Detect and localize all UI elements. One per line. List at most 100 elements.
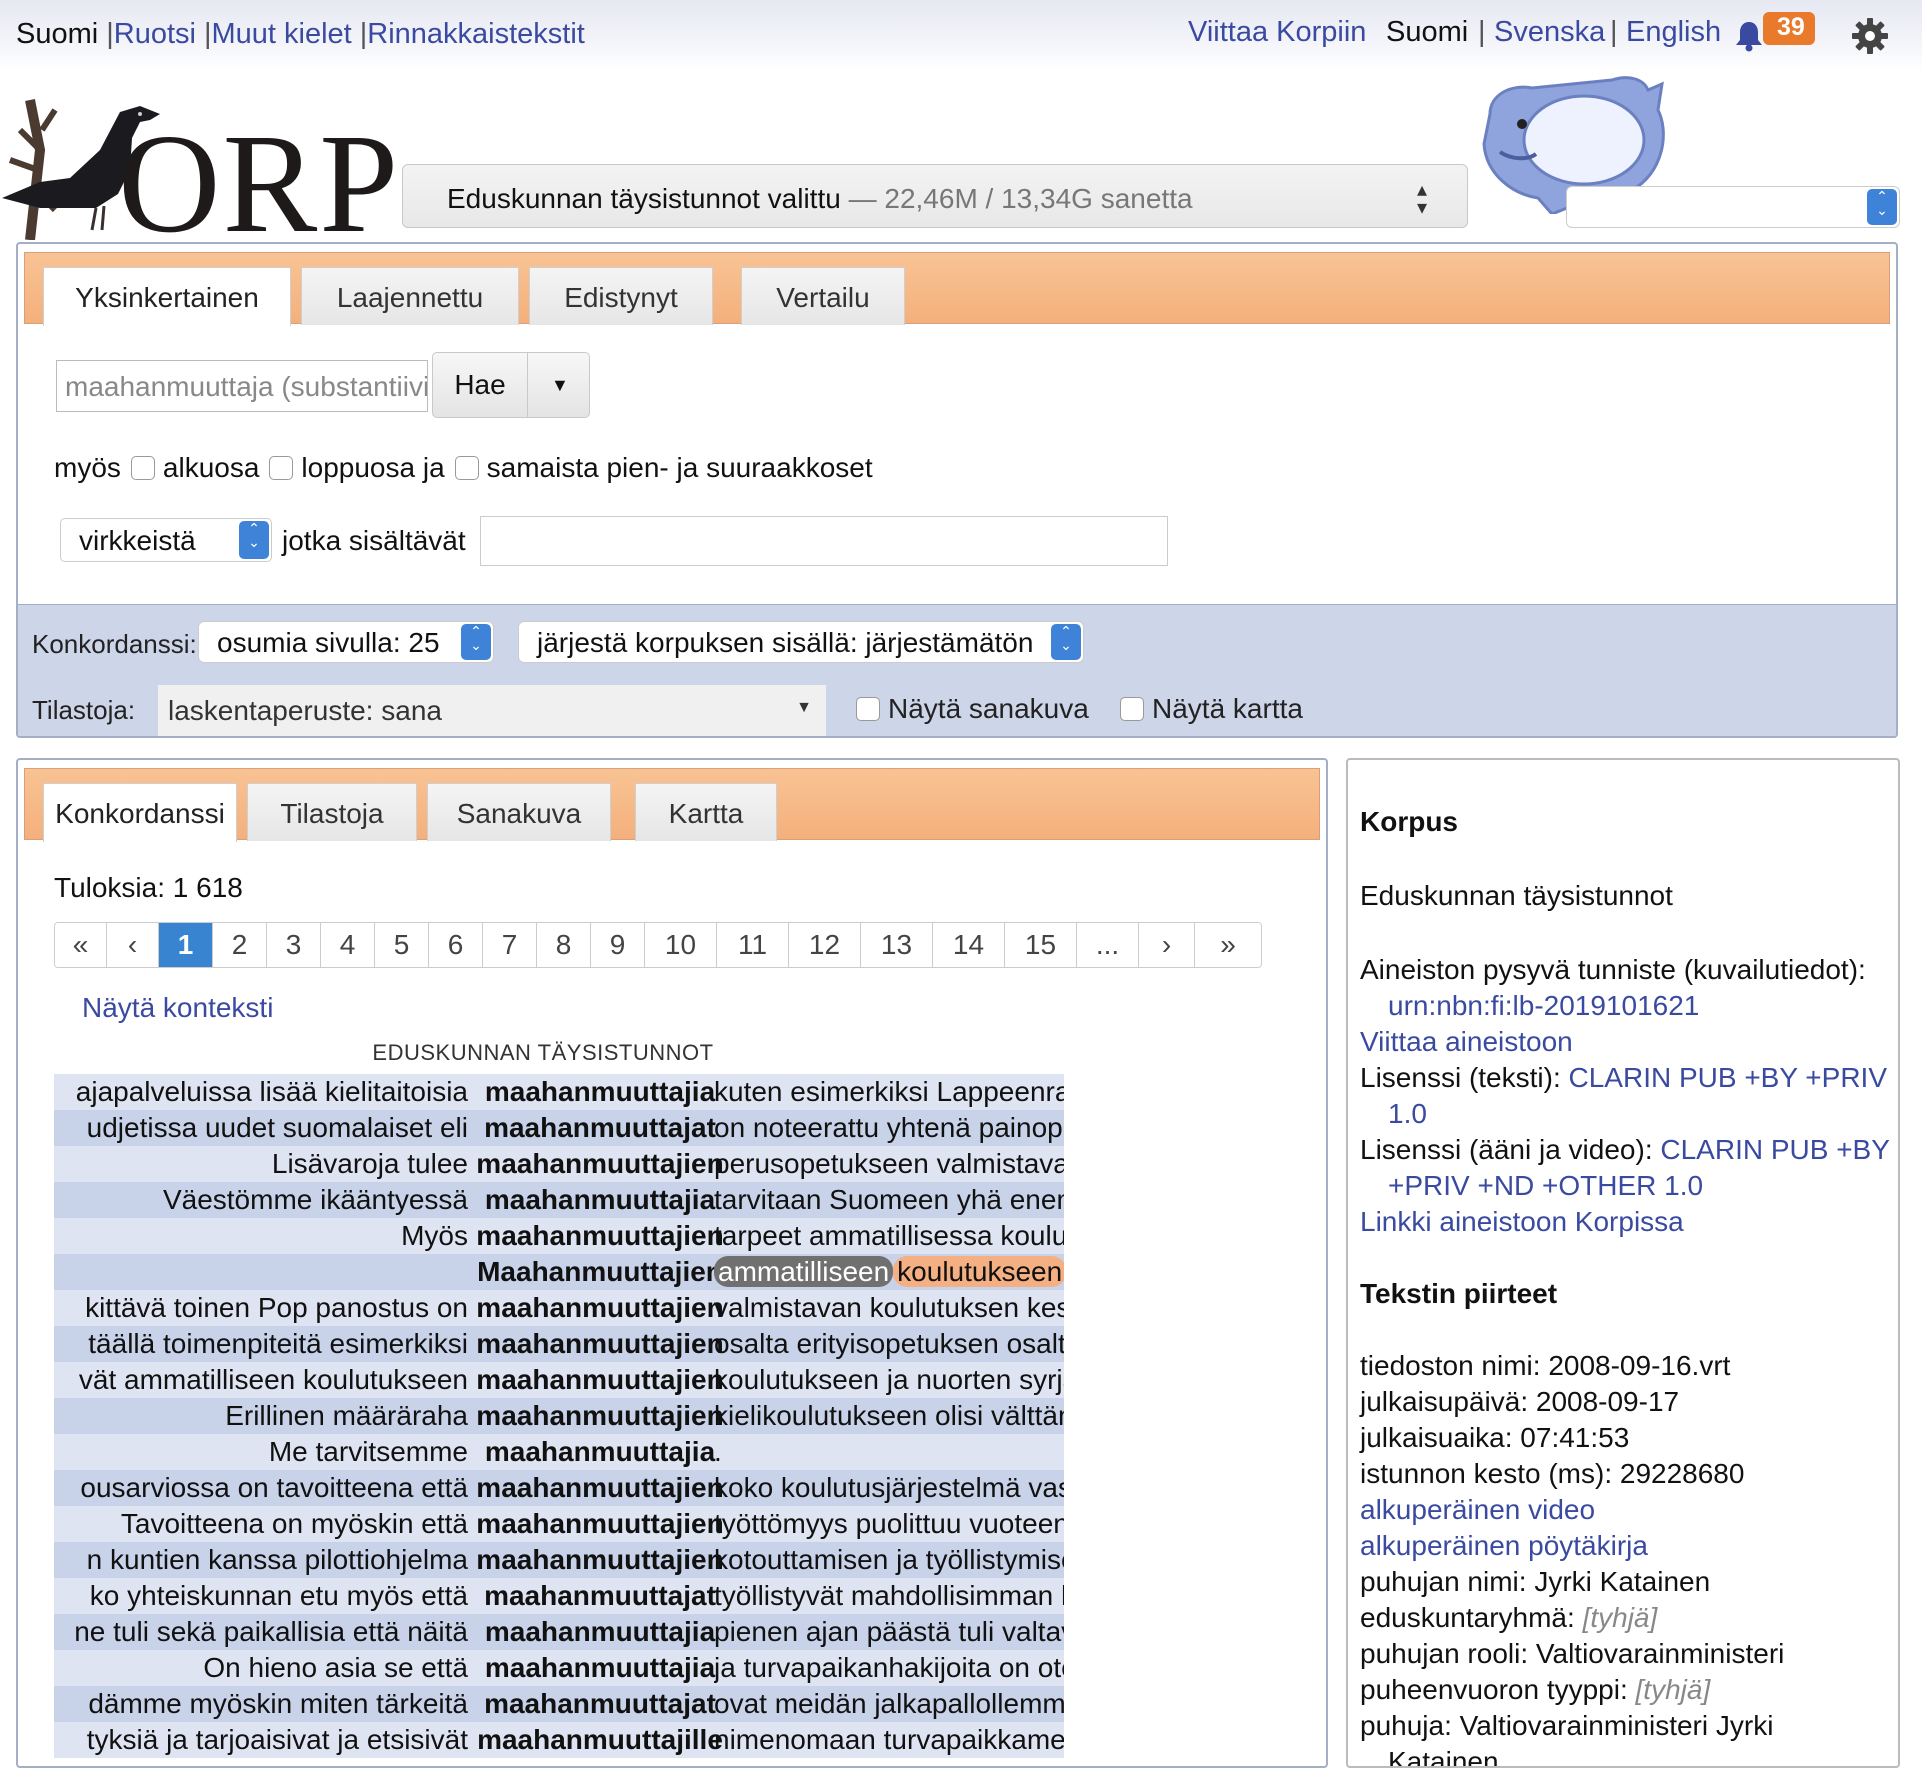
search-button[interactable]: Hae ▼ [432,352,590,418]
corpus-language-select[interactable]: ⌃ ⌄ [1566,186,1900,228]
ui-lang-suomi[interactable]: Suomi [1386,16,1468,49]
kwic-row[interactable]: n kuntien kanssa pilottiohjelma maahanmuu… [54,1542,1064,1578]
orig-minutes-link[interactable]: alkuperäinen pöytäkirja [1360,1530,1648,1562]
tab-konkordanssi[interactable]: Konkordanssi [43,783,237,842]
hits-per-page-select[interactable]: osumia sivulla: 25 ⌃ ⌄ [198,621,494,663]
tab-edistynyt[interactable]: Edistynyt [529,267,713,325]
selected-word[interactable]: koulutukseen [893,1256,1064,1287]
corpus-korp-link[interactable]: Linkki aineistoon Korpissa [1360,1206,1684,1238]
page-button[interactable]: › [1139,923,1195,967]
kwic-row[interactable]: dämme myöskin miten tärkeitä maahanmuutta… [54,1686,1064,1722]
page-button[interactable]: 2 [213,923,267,967]
tab-sanakuva[interactable]: Sanakuva [427,783,611,841]
keyword-match[interactable]: maahanmuuttajia [458,1074,742,1110]
page-button[interactable]: ... [1077,923,1139,967]
page-button[interactable]: 12 [789,923,861,967]
keyword-match[interactable]: maahanmuuttajat [458,1110,742,1146]
page-button[interactable]: 9 [591,923,645,967]
show-context-link[interactable]: Näytä konteksti [82,992,273,1024]
highlighted-word[interactable]: ammatilliseen [714,1256,894,1287]
kwic-row[interactable]: Erillinen määräraha maahanmuuttajien kieli… [54,1398,1064,1434]
sort-select[interactable]: järjestä korpuksen sisällä: järjestämätö… [518,621,1084,663]
case-checkbox[interactable] [454,456,479,480]
page-button[interactable]: 4 [321,923,375,967]
scope-select[interactable]: virkkeistä ⌃ ⌄ [60,518,272,562]
page-button[interactable]: 14 [933,923,1005,967]
keyword-match[interactable]: maahanmuuttajien [458,1290,742,1326]
license-av-link[interactable]: CLARIN PUB +BY [1660,1134,1890,1165]
kwic-row[interactable]: ne tuli sekä paikallisia että näitä maaha… [54,1614,1064,1650]
keyword-match[interactable]: maahanmuuttajia [458,1614,742,1650]
keyword-match[interactable]: maahanmuuttajien [458,1146,742,1182]
nav-rinnakkaistekstit[interactable]: Rinnakkaistekstit [367,18,585,50]
kwic-row[interactable]: On hieno asia se että maahanmuuttajia ja t… [54,1650,1064,1686]
page-button[interactable]: « [55,923,107,967]
orig-video-link[interactable]: alkuperäinen video [1360,1494,1595,1526]
page-button[interactable]: 1 [159,923,213,967]
tab-tilastoja[interactable]: Tilastoja [247,783,417,841]
keyword-match[interactable]: maahanmuuttajia [458,1434,742,1470]
page-button[interactable]: 3 [267,923,321,967]
nav-muut-kielet[interactable]: Muut kielet [212,18,352,50]
cite-korp-link[interactable]: Viittaa Korpiin [1188,16,1366,49]
license-av-link-cont[interactable]: +PRIV +ND +OTHER 1.0 [1388,1170,1703,1202]
kwic-row[interactable]: Väestömme ikääntyessä maahanmuuttajia tarv… [54,1182,1064,1218]
count-basis-select[interactable]: laskentaperuste: sana ▼ [158,685,826,736]
prefix-checkbox[interactable] [130,456,155,480]
page-button[interactable]: » [1195,923,1261,967]
kwic-row[interactable]: tyksiä ja tarjoaisivat ja etsisivät maaha… [54,1722,1064,1758]
kwic-row[interactable]: Tavoitteena on myöskin että maahanmuuttaj… [54,1506,1064,1542]
keyword-match[interactable]: maahanmuuttajien [458,1398,742,1434]
bell-icon[interactable] [1734,20,1764,52]
keyword-match[interactable]: maahanmuuttajille [458,1722,742,1758]
page-button[interactable]: 5 [375,923,429,967]
kwic-row[interactable]: ko yhteiskunnan etu myös että maahanmuutt… [54,1578,1064,1614]
keyword-match[interactable]: maahanmuuttajien [458,1218,742,1254]
keyword-match[interactable]: Maahanmuuttajien [458,1254,742,1290]
tab-laajennettu[interactable]: Laajennettu [301,267,519,325]
nav-ruotsi[interactable]: Ruotsi [114,18,196,50]
wordpic-checkbox[interactable] [856,697,880,721]
page-button[interactable]: 13 [861,923,933,967]
map-checkbox[interactable] [1120,697,1144,721]
page-button[interactable]: 11 [717,923,789,967]
kwic-row[interactable]: vät ammatilliseen koulutukseen maahanmuut… [54,1362,1064,1398]
corpus-chooser[interactable]: Eduskunnan täysistunnot valittu — 22,46M… [402,164,1468,228]
page-button[interactable]: ‹ [107,923,159,967]
notification-badge[interactable]: 39 [1763,12,1815,45]
license-text-link-cont[interactable]: 1.0 [1388,1098,1427,1130]
keyword-match[interactable]: maahanmuuttajia [458,1182,742,1218]
ui-lang-english[interactable]: English [1626,16,1721,49]
page-button[interactable]: 7 [483,923,537,967]
kwic-row[interactable]: Lisävaroja tulee maahanmuuttajien perusope… [54,1146,1064,1182]
keyword-match[interactable]: maahanmuuttajien [458,1326,742,1362]
keyword-match[interactable]: maahanmuuttajat [458,1686,742,1722]
tab-yksinkertainen[interactable]: Yksinkertainen [43,267,291,326]
keyword-match[interactable]: maahanmuuttajien [458,1470,742,1506]
page-button[interactable]: 15 [1005,923,1077,967]
kwic-row[interactable]: kittävä toinen Pop panostus on maahanmuut… [54,1290,1064,1326]
keyword-match[interactable]: maahanmuuttajat [458,1578,742,1614]
keyword-match[interactable]: maahanmuuttajien [458,1506,742,1542]
keyword-match[interactable]: maahanmuuttajien [458,1542,742,1578]
keyword-match[interactable]: maahanmuuttajia [458,1650,742,1686]
nav-suomi[interactable]: Suomi [16,18,98,50]
kwic-row[interactable]: Myös maahanmuuttajien tarpeet ammatillises… [54,1218,1064,1254]
kwic-row[interactable]: udjetissa uudet suomalaiset eli maahanmuu… [54,1110,1064,1146]
suffix-checkbox[interactable] [269,456,294,480]
kwic-row[interactable]: täällä toimenpiteitä esimerkiksi maahanmu… [54,1326,1064,1362]
tab-vertailu[interactable]: Vertailu [741,267,905,325]
ui-lang-svenska[interactable]: Svenska [1494,16,1605,49]
pid-link[interactable]: urn:nbn:fi:lb-2019101621 [1388,990,1699,1022]
tab-kartta[interactable]: Kartta [635,783,777,841]
kwic-row[interactable]: ousarviossa on tavoitteena että maahanmuu… [54,1470,1064,1506]
gear-icon[interactable] [1850,16,1890,56]
kwic-row[interactable]: ajapalveluissa lisää kielitaitoisia maaha… [54,1074,1064,1110]
page-button[interactable]: 6 [429,923,483,967]
search-input[interactable]: maahanmuuttaja (substantiivi) [56,360,428,412]
page-button[interactable]: 8 [537,923,591,967]
license-text-link[interactable]: CLARIN PUB +BY +PRIV [1569,1062,1888,1093]
scope-input[interactable] [480,516,1168,566]
kwic-row[interactable]: Maahanmuuttajien ammatilliseen koulutuksee… [54,1254,1064,1290]
cite-corpus-link[interactable]: Viittaa aineistoon [1360,1026,1573,1058]
